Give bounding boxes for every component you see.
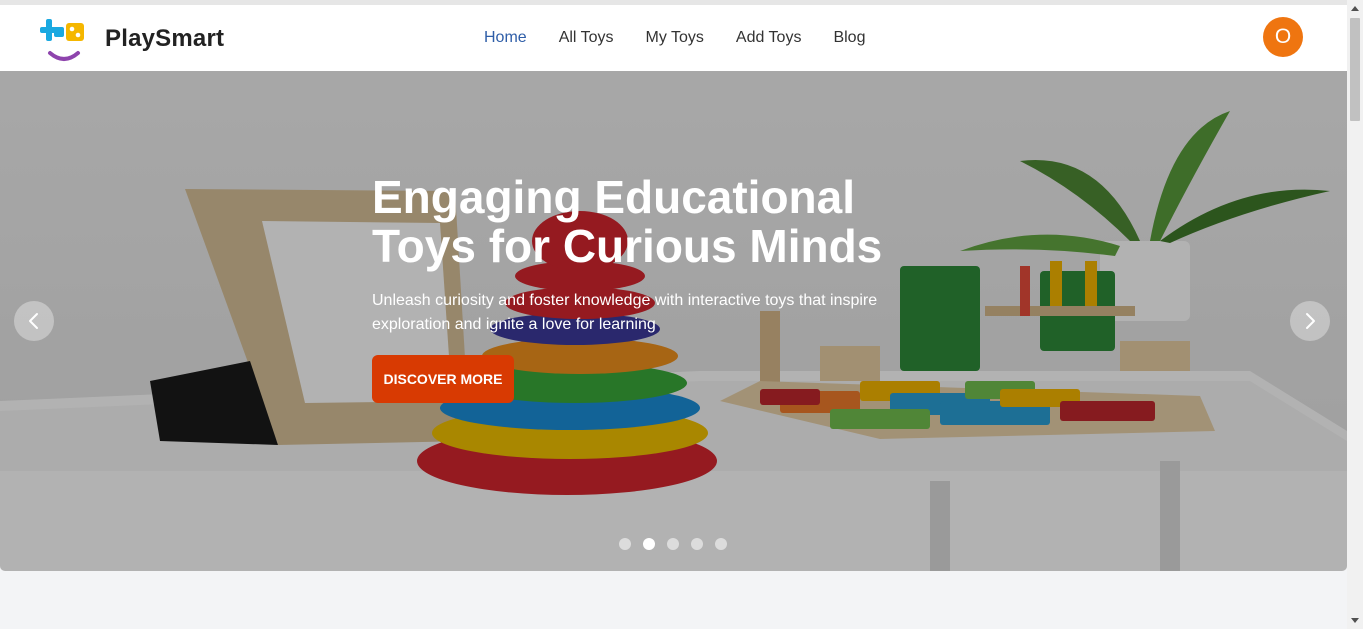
hero-title: Engaging Educational Toys for Curious Mi… [372, 173, 932, 271]
carousel-prev-button[interactable] [14, 301, 54, 341]
hero-carousel: Engaging Educational Toys for Curious Mi… [0, 71, 1347, 571]
brand[interactable]: PlaySmart [36, 13, 224, 65]
hero-subtitle-line-1: Unleash curiosity and foster knowledge w… [372, 292, 878, 309]
scroll-thumb[interactable] [1350, 18, 1360, 121]
chevron-right-icon [1306, 313, 1315, 329]
navbar: PlaySmart Home All Toys My Toys Add Toys… [0, 5, 1347, 71]
nav-my-toys[interactable]: My Toys [646, 29, 704, 47]
scroll-down-arrow-icon[interactable] [1351, 618, 1359, 623]
carousel-dot-2[interactable] [643, 538, 655, 550]
hero-subtitle: Unleash curiosity and foster knowledge w… [372, 289, 912, 337]
hero-title-line-2: Toys for Curious Minds [372, 220, 883, 272]
carousel-dot-1[interactable] [619, 538, 631, 550]
nav-blog[interactable]: Blog [833, 29, 865, 47]
user-avatar[interactable]: O [1263, 17, 1303, 57]
chevron-left-icon [29, 313, 38, 329]
page-scrollbar[interactable] [1347, 0, 1363, 629]
carousel-dot-5[interactable] [715, 538, 727, 550]
nav-add-toys[interactable]: Add Toys [736, 29, 802, 47]
page: PlaySmart Home All Toys My Toys Add Toys… [0, 0, 1363, 629]
toy-blocks-smile-logo-icon [40, 19, 84, 61]
main-nav: Home All Toys My Toys Add Toys Blog [484, 29, 897, 47]
carousel-dot-4[interactable] [691, 538, 703, 550]
discover-more-button[interactable]: DISCOVER MORE [372, 355, 514, 403]
hero-subtitle-line-2: exploration and ignite a love for learni… [372, 316, 656, 333]
carousel-dot-3[interactable] [667, 538, 679, 550]
hero-title-line-1: Engaging Educational [372, 171, 856, 223]
scroll-up-arrow-icon[interactable] [1351, 6, 1359, 11]
nav-all-toys[interactable]: All Toys [559, 29, 614, 47]
carousel-next-button[interactable] [1290, 301, 1330, 341]
brand-name: PlaySmart [105, 25, 225, 52]
carousel-indicators [619, 538, 727, 550]
nav-home[interactable]: Home [484, 29, 527, 47]
